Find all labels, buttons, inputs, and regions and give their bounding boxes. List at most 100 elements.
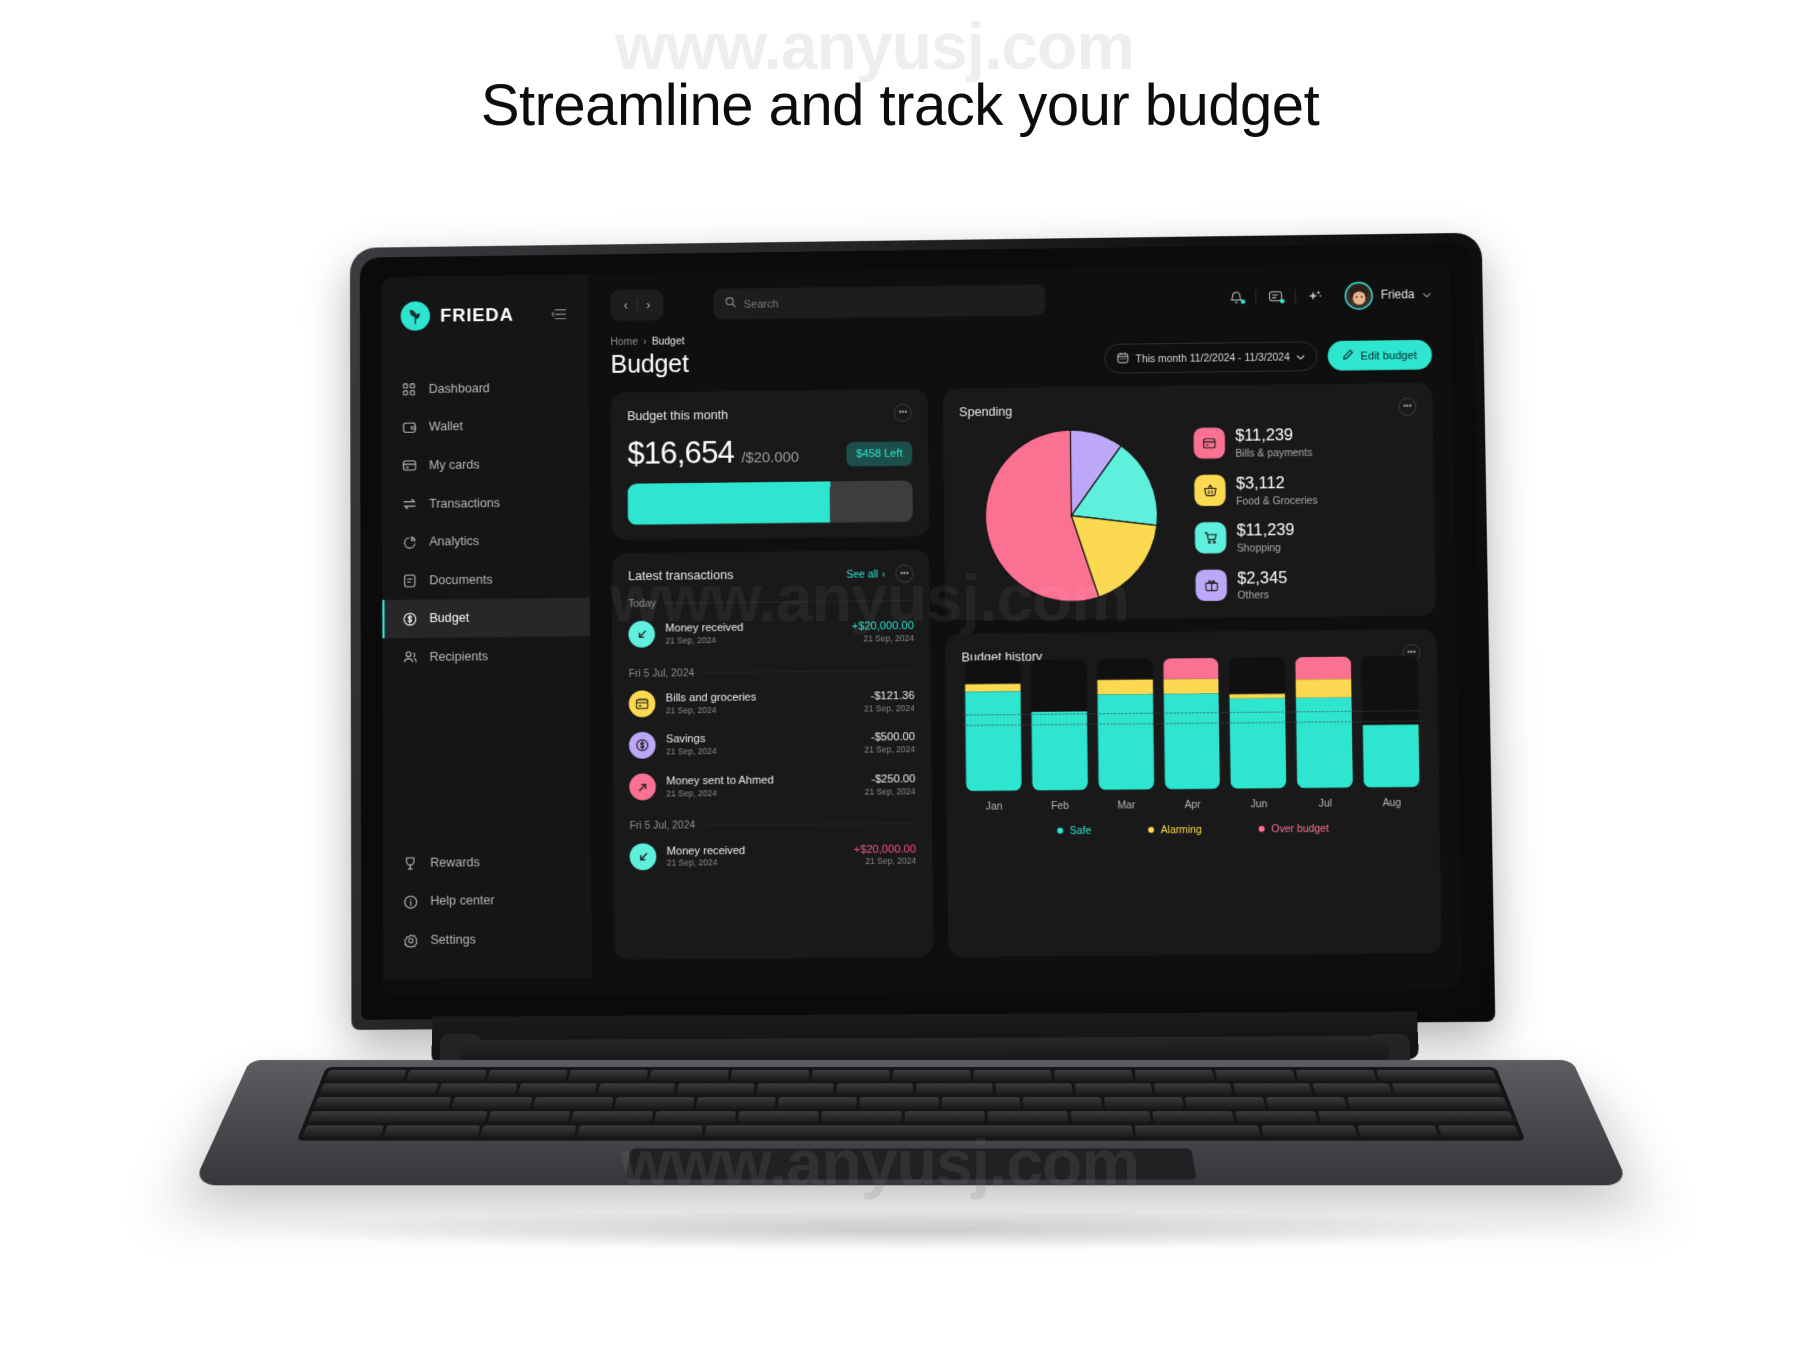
keyboard-key[interactable] <box>704 1125 1133 1138</box>
keyboard-key[interactable] <box>916 1083 994 1095</box>
keyboard-key[interactable] <box>1312 1083 1393 1095</box>
sidebar-item-help-center[interactable]: Help center <box>383 881 592 921</box>
keyboard-key[interactable] <box>302 1125 385 1138</box>
keyboard-key[interactable] <box>1391 1083 1503 1095</box>
transaction-row[interactable]: Money sent to Ahmed 21 Sep, 2024 -$250.00 2… <box>629 764 915 808</box>
keyboard-key[interactable] <box>649 1069 730 1082</box>
history-bar-column[interactable]: Apr <box>1162 657 1221 810</box>
keyboard[interactable] <box>297 1066 1525 1141</box>
keyboard-key[interactable] <box>450 1096 533 1109</box>
keyboard-key[interactable] <box>480 1125 577 1138</box>
keyboard-key[interactable] <box>437 1083 518 1095</box>
keyboard-key[interactable] <box>487 1069 568 1082</box>
forward-button[interactable]: › <box>637 298 659 313</box>
card-options-icon[interactable]: ••• <box>1398 397 1417 416</box>
keyboard-key[interactable] <box>319 1083 439 1095</box>
transaction-row[interactable]: Savings 21 Sep, 2024 -$500.00 21 Sep, 2024 <box>628 722 915 766</box>
keyboard-key[interactable] <box>1153 1083 1233 1095</box>
keyboard-key[interactable] <box>383 1125 481 1138</box>
keyboard-key[interactable] <box>1134 1069 1215 1082</box>
keyboard-key[interactable] <box>568 1069 649 1082</box>
bell-icon[interactable] <box>1228 290 1245 305</box>
see-all-link[interactable]: See all › <box>846 568 885 580</box>
history-bar-column[interactable]: Jun <box>1228 657 1287 810</box>
sidebar-item-analytics[interactable]: Analytics <box>382 521 590 562</box>
keyboard-key[interactable] <box>1261 1125 1358 1138</box>
keyboard-key[interactable] <box>1074 1083 1153 1095</box>
back-button[interactable]: ‹ <box>615 298 637 313</box>
keyboard-key[interactable] <box>859 1096 939 1109</box>
keyboard-key[interactable] <box>1356 1125 1439 1138</box>
keyboard-key[interactable] <box>313 1096 452 1109</box>
keyboard-key[interactable] <box>1295 1069 1377 1082</box>
sidebar-item-dashboard[interactable]: Dashboard <box>382 368 589 409</box>
keyboard-key[interactable] <box>904 1110 985 1123</box>
keyboard-key[interactable] <box>597 1083 676 1095</box>
search-input[interactable]: Search <box>713 284 1046 320</box>
keyboard-key[interactable] <box>1347 1096 1508 1109</box>
keyboard-key[interactable] <box>821 1110 902 1123</box>
keyboard-key[interactable] <box>1054 1069 1134 1082</box>
keyboard-key[interactable] <box>756 1083 835 1095</box>
keyboard-key[interactable] <box>487 1110 571 1123</box>
keyboard-key[interactable] <box>892 1069 972 1082</box>
history-bar-column[interactable]: Jan <box>964 659 1022 812</box>
sidebar-item-budget[interactable]: Budget <box>382 597 591 639</box>
breadcrumb-home[interactable]: Home <box>611 335 639 347</box>
keyboard-key[interactable] <box>654 1110 737 1123</box>
history-bar-column[interactable]: Mar <box>1096 658 1155 811</box>
sidebar-item-my-cards[interactable]: My cards <box>382 445 589 486</box>
date-range-selector[interactable]: This month 11/2/2024 - 11/3/2024 <box>1104 341 1318 374</box>
keyboard-key[interactable] <box>995 1083 1073 1095</box>
history-bar-column[interactable]: Feb <box>1030 659 1088 811</box>
user-menu[interactable]: Frieda <box>1344 281 1432 311</box>
edit-budget-button[interactable]: Edit budget <box>1327 339 1433 371</box>
sidebar-item-documents[interactable]: Documents <box>382 559 590 600</box>
keyboard-key[interactable] <box>571 1110 654 1123</box>
keyboard-key[interactable] <box>1184 1096 1266 1109</box>
keyboard-key[interactable] <box>1437 1125 1520 1138</box>
keyboard-key[interactable] <box>406 1069 488 1082</box>
keyboard-key[interactable] <box>836 1083 914 1095</box>
keyboard-key[interactable] <box>1265 1096 1348 1109</box>
history-bar-column[interactable]: Aug <box>1361 655 1420 809</box>
keyboard-key[interactable] <box>1103 1096 1184 1109</box>
keyboard-key[interactable] <box>811 1069 891 1082</box>
trackpad[interactable] <box>624 1148 1198 1180</box>
sidebar-item-settings[interactable]: Settings <box>383 920 592 960</box>
card-options-icon[interactable]: ••• <box>893 403 912 422</box>
keyboard-key[interactable] <box>676 1083 755 1095</box>
keyboard-key[interactable] <box>696 1096 776 1109</box>
keyboard-key[interactable] <box>1069 1110 1152 1123</box>
keyboard-key[interactable] <box>1317 1110 1514 1123</box>
collapse-sidebar-icon[interactable] <box>552 308 568 320</box>
keyboard-key[interactable] <box>517 1083 597 1095</box>
sidebar-item-transactions[interactable]: Transactions <box>382 483 589 524</box>
keyboard-key[interactable] <box>1232 1083 1313 1095</box>
keyboard-key[interactable] <box>576 1125 704 1138</box>
history-bar-column[interactable]: Jul <box>1295 656 1354 810</box>
message-icon[interactable] <box>1268 289 1285 304</box>
keyboard-key[interactable] <box>1215 1069 1296 1082</box>
keyboard-key[interactable] <box>308 1110 489 1123</box>
keyboard-key[interactable] <box>987 1110 1069 1123</box>
sidebar-item-rewards[interactable]: Rewards <box>383 842 591 882</box>
keyboard-key[interactable] <box>1134 1125 1261 1138</box>
keyboard-key[interactable] <box>532 1096 614 1109</box>
keyboard-key[interactable] <box>778 1096 858 1109</box>
transaction-row[interactable]: Money received 21 Sep, 2024 +$20,000.00 21 … <box>628 611 914 655</box>
keyboard-key[interactable] <box>614 1096 695 1109</box>
keyboard-key[interactable] <box>324 1069 407 1082</box>
keyboard-key[interactable] <box>941 1096 1021 1109</box>
keyboard-key[interactable] <box>1152 1110 1235 1123</box>
keyboard-key[interactable] <box>737 1110 819 1123</box>
card-options-icon[interactable]: ••• <box>895 564 914 583</box>
keyboard-key[interactable] <box>730 1069 810 1082</box>
keyboard-key[interactable] <box>1376 1069 1497 1082</box>
keyboard-key[interactable] <box>973 1069 1053 1082</box>
sidebar-item-wallet[interactable]: Wallet <box>382 406 589 447</box>
sidebar-item-recipients[interactable]: Recipients <box>382 636 590 677</box>
keyboard-key[interactable] <box>1022 1096 1103 1109</box>
transaction-row[interactable]: Money received 21 Sep, 2024 +$20,000.00 21 … <box>629 833 917 877</box>
sparkle-icon[interactable] <box>1307 289 1322 304</box>
